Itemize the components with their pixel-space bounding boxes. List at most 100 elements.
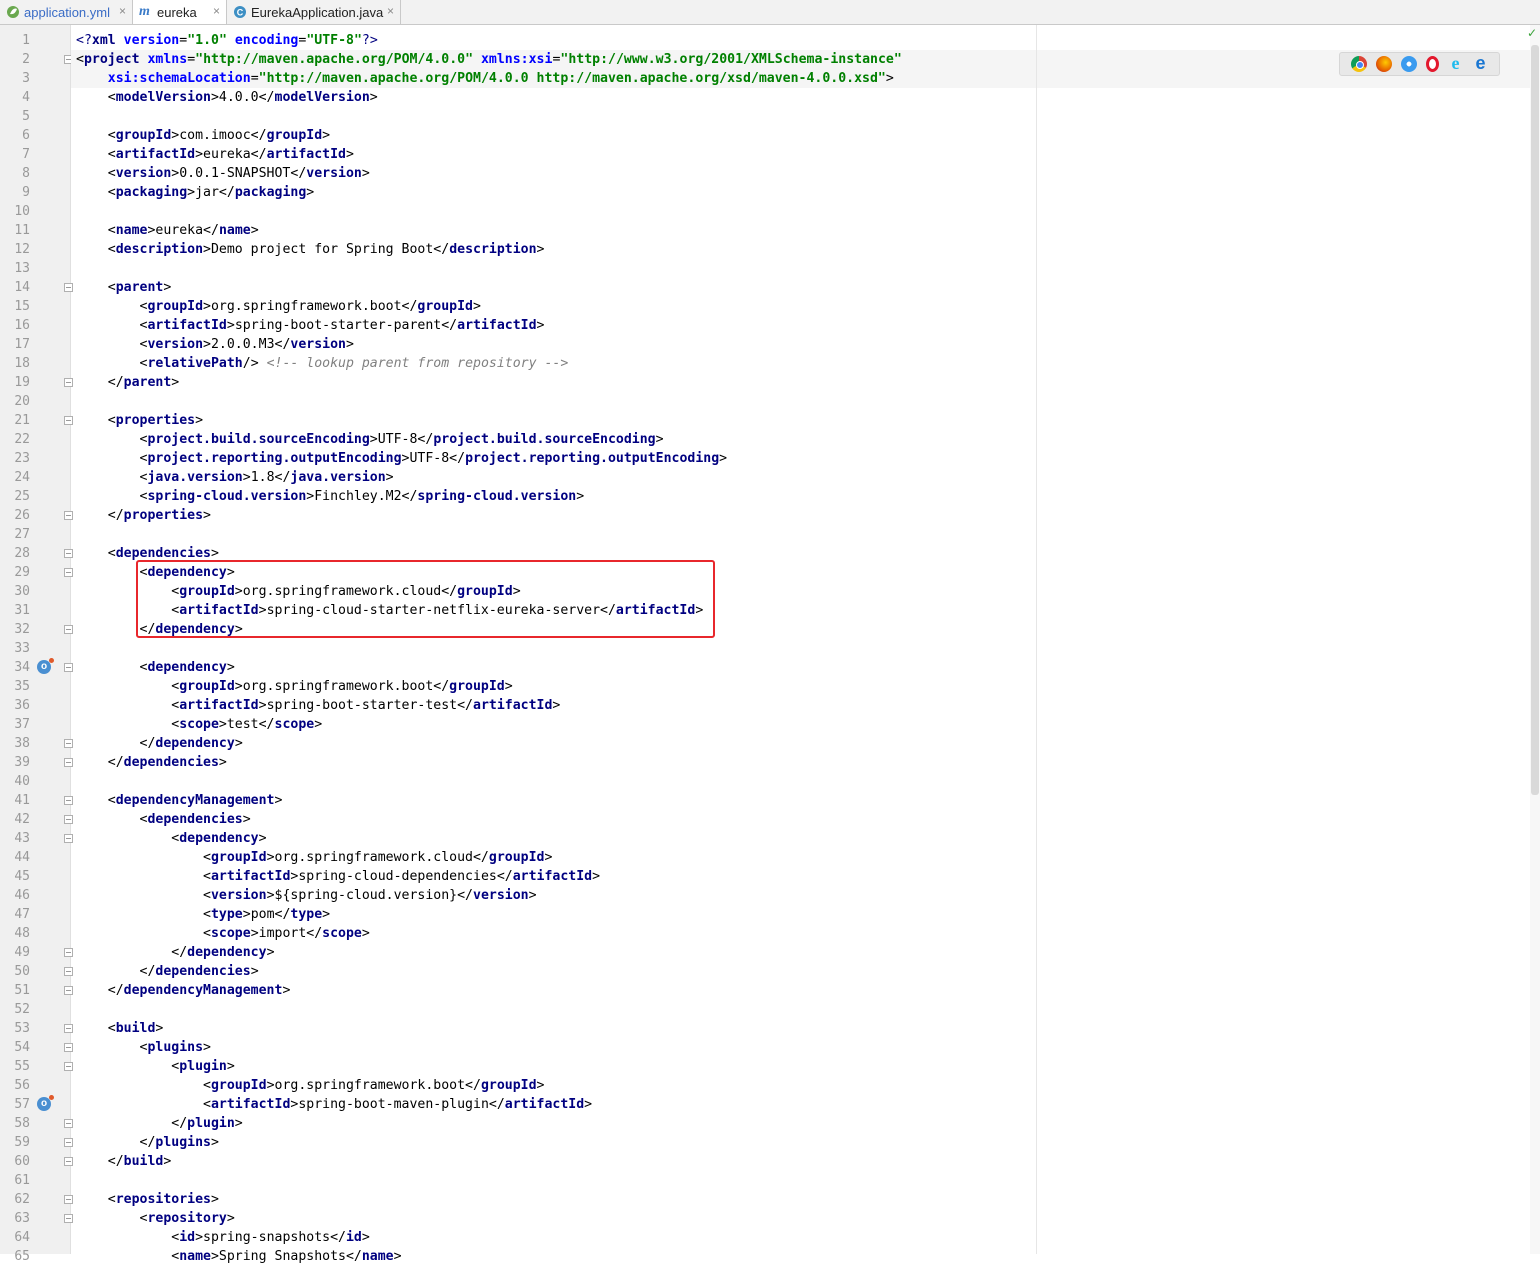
code-text: > — [345, 337, 354, 352]
code-text: < — [76, 451, 148, 466]
line-number: 42 — [14, 812, 30, 827]
line-number: 51 — [14, 983, 30, 998]
safari-icon[interactable] — [1400, 56, 1417, 72]
code-line: <artifactId>spring-cloud-dependencies</a… — [76, 867, 600, 886]
code-line: <repositories> — [76, 1190, 219, 1209]
vertical-scrollbar[interactable] — [1530, 25, 1540, 1254]
line-number: 17 — [14, 337, 30, 352]
code-text: >import</ — [250, 926, 323, 941]
line-number: 19 — [14, 375, 30, 390]
xml-tag-name: dependency — [155, 736, 235, 751]
code-text: > — [171, 375, 180, 390]
xml-tag-name: scope — [274, 717, 315, 732]
xml-tag-name: type — [290, 907, 323, 922]
code-text: < — [76, 166, 116, 181]
tab-application-yml[interactable]: application.yml × — [0, 0, 133, 24]
code-line: <name>eureka</name> — [76, 221, 259, 240]
code-text: > — [369, 90, 378, 105]
xml-tag-name: dependencies — [115, 546, 211, 561]
code-text: </ — [76, 945, 188, 960]
code-line: <modelVersion>4.0.0</modelVersion> — [76, 88, 378, 107]
code-line: <dependency> — [76, 658, 235, 677]
tab-eurekaapplication-java[interactable]: C EurekaApplication.java × — [227, 0, 401, 24]
run-override-icon[interactable]: o — [37, 658, 54, 674]
line-number: 8 — [22, 166, 30, 181]
xml-tag-name: artifactId — [147, 318, 227, 333]
code-line: </parent> — [76, 373, 179, 392]
xml-tag-name: dependencies — [147, 812, 243, 827]
code-text: >org.springframework.cloud</ — [266, 850, 489, 865]
code-text: >eureka</ — [195, 147, 267, 162]
code-text: < — [76, 147, 116, 162]
line-number: 25 — [14, 489, 30, 504]
xml-tag-name: modelVersion — [274, 90, 370, 105]
xml-tag-name: spring-cloud.version — [417, 489, 577, 504]
close-icon[interactable]: × — [387, 4, 394, 18]
java-class-icon: C — [234, 6, 246, 18]
xml-tag-name: artifactId — [473, 698, 553, 713]
code-text: /> — [242, 356, 267, 371]
xml-tag-name: packaging — [115, 185, 188, 200]
xml-tag-name: groupId — [480, 1078, 537, 1093]
code-text: > — [885, 71, 894, 86]
code-text: < — [76, 128, 116, 143]
code-text: < — [76, 698, 180, 713]
code-text: > — [385, 470, 394, 485]
code-text: > — [552, 698, 561, 713]
line-number: 54 — [14, 1040, 30, 1055]
code-text: >jar</ — [187, 185, 235, 200]
xml-value: "http://maven.apache.org/POM/4.0.0" — [195, 52, 474, 67]
xml-tag-name: name — [179, 1249, 211, 1264]
firefox-icon[interactable] — [1375, 56, 1392, 72]
code-text: >spring-boot-starter-parent</ — [226, 318, 458, 333]
line-number: 5 — [22, 109, 30, 124]
xml-tag-name: groupId — [210, 1078, 267, 1093]
code-line: </dependency> — [76, 734, 243, 753]
ie-icon[interactable]: e — [1448, 54, 1464, 72]
code-text: < — [76, 185, 116, 200]
run-override-icon[interactable]: o — [37, 1095, 54, 1111]
code-text: >com.imooc</ — [171, 128, 267, 143]
code-line: <dependency> — [76, 829, 266, 848]
tab-label: application.yml — [24, 4, 110, 20]
xml-tag-name: scope — [179, 717, 219, 732]
xml-attribute: xmlns — [147, 52, 188, 67]
code-text: </ — [76, 1116, 188, 1131]
edge-icon[interactable]: e — [1473, 54, 1489, 72]
maven-m-icon: m — [139, 4, 150, 19]
opera-icon[interactable] — [1425, 56, 1439, 72]
code-text: > — [210, 1192, 219, 1207]
code-text: >Demo project for Spring Boot</ — [203, 242, 450, 257]
line-number: 47 — [14, 907, 30, 922]
xml-tag-name: dependency — [147, 660, 227, 675]
code-text: > — [203, 508, 211, 523]
xml-tag-name: artifactId — [512, 869, 593, 884]
xml-tag-name: project.reporting.outputEncoding — [147, 451, 402, 466]
line-number: 31 — [14, 603, 30, 618]
code-text: < — [76, 1249, 180, 1264]
scroll-thumb[interactable] — [1531, 45, 1539, 795]
xml-tag-name: repository — [147, 1211, 227, 1226]
code-text: > — [592, 869, 601, 884]
code-text: > — [504, 679, 513, 694]
line-number: 29 — [14, 565, 30, 580]
line-number: 2 — [22, 52, 30, 67]
code-editor[interactable]: <?xml version="1.0" encoding="UTF-8"?> <p… — [71, 25, 1530, 1264]
chrome-icon[interactable] — [1350, 56, 1367, 72]
code-text: >spring-boot-starter-test</ — [258, 698, 473, 713]
code-text: < — [76, 1021, 116, 1036]
xml-tag-name: groupId — [488, 850, 545, 865]
code-text: > — [361, 166, 370, 181]
yaml-leaf-icon — [7, 6, 19, 18]
code-text: < — [76, 812, 148, 827]
code-text: < — [76, 223, 116, 238]
tab-eureka[interactable]: m eureka × — [133, 0, 227, 24]
code-line: </plugins> — [76, 1133, 219, 1152]
close-icon[interactable]: × — [119, 4, 126, 18]
code-text: > — [393, 1249, 402, 1264]
code-text: > — [234, 1116, 243, 1131]
code-line: <dependencies> — [76, 810, 251, 829]
xml-attribute: xsi:schemaLocation — [107, 71, 251, 86]
code-line: <groupId>org.springframework.boot</group… — [76, 297, 481, 316]
close-icon[interactable]: × — [213, 4, 220, 18]
